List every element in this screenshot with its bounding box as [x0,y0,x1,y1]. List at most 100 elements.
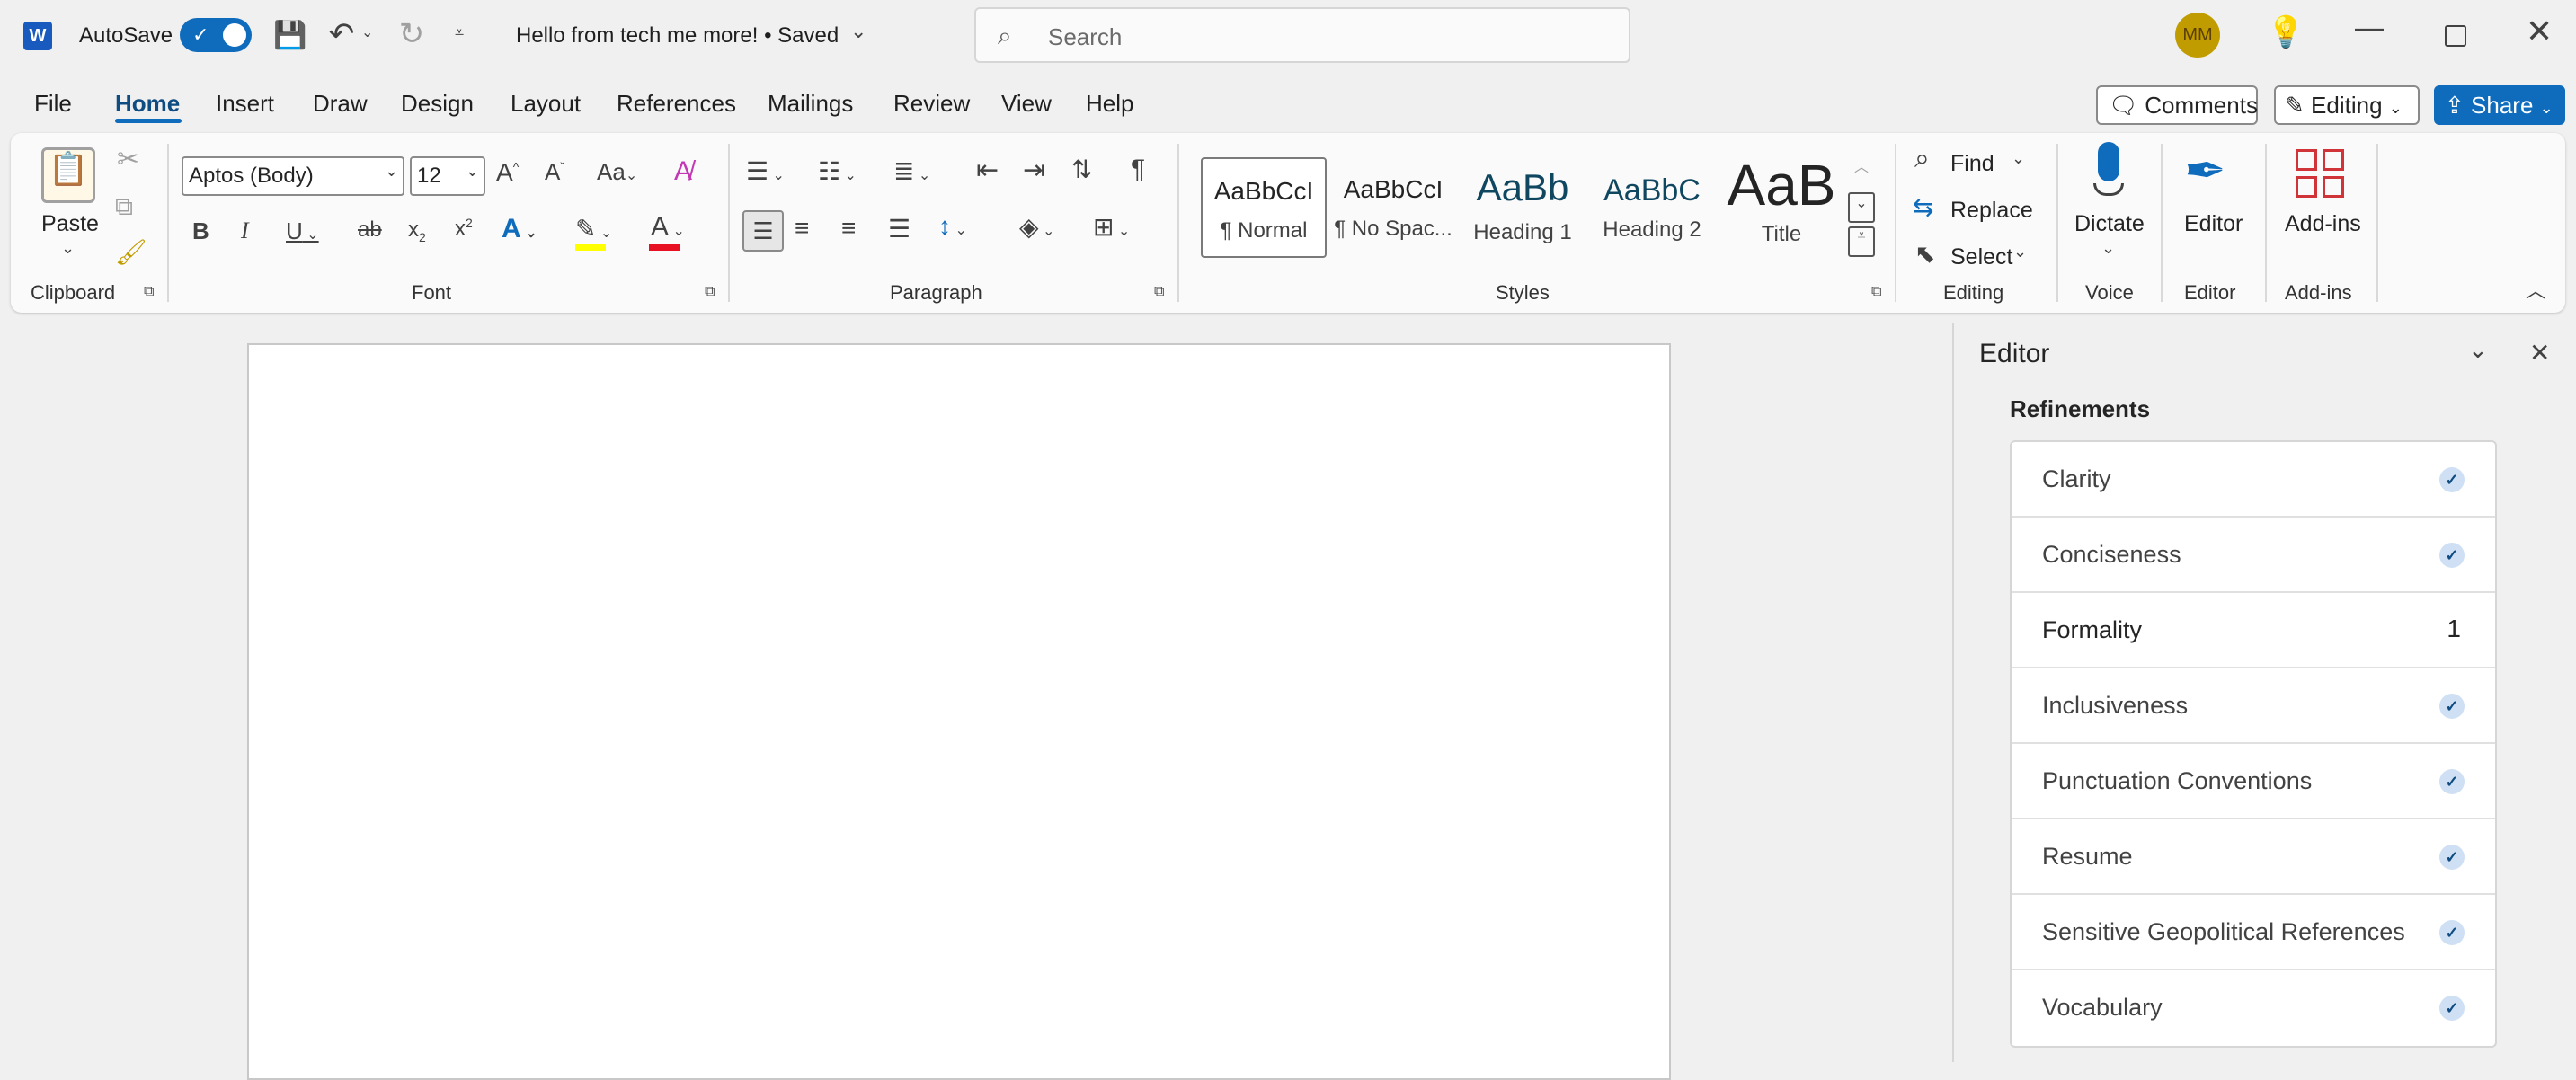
grow-font-icon[interactable]: A^ [496,158,519,187]
tab-home[interactable]: Home [115,90,180,118]
refinement-clarity[interactable]: Clarity ✓ [2012,442,2495,518]
close-icon[interactable]: ✕ [2526,13,2553,50]
select-cursor-icon[interactable]: ⬉ [1914,239,1935,269]
shading-icon[interactable]: ◈ ⌄ [1019,212,1054,242]
chevron-down-icon[interactable]: ⌄ [2012,149,2025,168]
chevron-down-icon[interactable]: ⌄ [2101,239,2115,258]
sort-icon[interactable]: ⇅ [1071,155,1092,184]
change-case-icon[interactable]: Aa⌄ [597,158,637,186]
addins-icon[interactable] [2296,149,2348,201]
styles-more-icon[interactable]: ⩡ [1848,226,1875,257]
comments-button[interactable]: 🗨 Comments [2096,85,2258,125]
align-right-icon[interactable]: ≡ [841,214,856,243]
tab-draw[interactable]: Draw [313,90,368,118]
refinement-conciseness[interactable]: Conciseness ✓ [2012,518,2495,593]
title-dropdown-icon[interactable]: ⌄ [850,20,866,43]
italic-icon[interactable]: I [241,217,249,244]
tab-view[interactable]: View [1001,90,1052,118]
avatar[interactable]: MM [2175,13,2220,58]
document-title[interactable]: Hello from tech me more! • Saved [516,23,839,49]
microphone-icon[interactable] [2083,142,2134,207]
customize-toolbar-icon[interactable]: ⩡ [455,23,464,42]
paste-dropdown-icon[interactable]: ⌄ [61,239,75,258]
decrease-indent-icon[interactable]: ⇤ [976,155,999,186]
addins-button[interactable]: Add-ins [2285,211,2361,237]
strikethrough-icon[interactable]: ab [358,217,382,243]
refinement-sensitive-geopolitical-references[interactable]: Sensitive Geopolitical References ✓ [2012,895,2495,970]
font-launcher-icon[interactable]: ⧉ [705,284,715,300]
borders-icon[interactable]: ⊞ ⌄ [1093,212,1130,242]
line-spacing-icon[interactable]: ↕ ⌄ [938,212,967,241]
bullets-icon[interactable]: ☰ ⌄ [746,156,785,186]
style-no-spacing[interactable]: AaBbCcI ¶ No Spac... [1330,157,1456,258]
refinement-resume[interactable]: Resume ✓ [2012,819,2495,895]
increase-indent-icon[interactable]: ⇥ [1023,155,1045,186]
refinement-inclusiveness[interactable]: Inclusiveness ✓ [2012,668,2495,744]
document-page[interactable] [247,343,1671,1080]
redo-icon[interactable]: ↻ [395,16,428,52]
minimize-icon[interactable]: — [2355,11,2384,44]
refinement-punctuation-conventions[interactable]: Punctuation Conventions ✓ [2012,744,2495,819]
font-color-icon[interactable]: A ⌄ [651,212,685,243]
autosave-toggle[interactable]: ✓ [180,18,252,52]
chevron-down-icon[interactable]: ⌄ [2013,243,2027,261]
justify-icon[interactable]: ☰ [888,214,910,243]
styles-launcher-icon[interactable]: ⧉ [1871,284,1881,300]
superscript-icon[interactable]: x2 [455,216,473,242]
replace-icon[interactable]: ⇆ [1913,192,1933,222]
tab-review[interactable]: Review [893,90,970,118]
tab-help[interactable]: Help [1086,90,1133,118]
cut-icon[interactable]: ✂ [117,144,139,175]
replace-button[interactable]: Replace [1950,198,2033,224]
font-name-select[interactable]: Aptos (Body) [182,156,404,196]
numbering-icon[interactable]: ☷ ⌄ [818,156,857,186]
align-left-button[interactable]: ☰ [742,210,784,252]
paste-button[interactable]: Paste [41,211,99,237]
paragraph-launcher-icon[interactable]: ⧉ [1154,284,1164,300]
tab-design[interactable]: Design [401,90,474,118]
shrink-font-icon[interactable]: Aˇ [545,158,564,186]
collapse-ribbon-icon[interactable]: ︿ [2526,275,2545,304]
styles-scroll-down-icon[interactable]: ⌄ [1848,192,1875,223]
editing-mode-button[interactable]: ✎ Editing ⌄ [2274,85,2420,125]
pane-options-chevron-icon[interactable]: ⌄ [2468,336,2488,364]
bold-icon[interactable]: B [192,217,209,245]
select-button[interactable]: Select [1950,244,2012,270]
tab-mailings[interactable]: Mailings [768,90,853,118]
undo-icon[interactable]: ↶ [325,16,358,52]
text-effects-icon[interactable]: A ⌄ [502,214,537,244]
style-title[interactable]: AaB Title [1719,157,1844,258]
format-painter-icon[interactable]: 🖌 [115,237,147,267]
show-formatting-icon[interactable]: ¶ [1131,155,1145,185]
search-box[interactable]: ⌕ Search [974,7,1630,63]
copy-icon[interactable]: ⧉ [115,192,133,222]
style-heading-1[interactable]: AaBb Heading 1 [1460,157,1586,258]
refinement-formality[interactable]: Formality 1 [2012,593,2495,668]
tab-layout[interactable]: Layout [511,90,581,118]
underline-icon[interactable]: U ⌄ [286,217,319,245]
multilevel-list-icon[interactable]: ≣ ⌄ [893,156,930,186]
align-center-icon[interactable]: ≡ [795,214,809,243]
tab-references[interactable]: References [617,90,736,118]
restore-icon[interactable] [2445,25,2466,47]
clear-formatting-icon[interactable]: A̸ [674,156,692,187]
highlight-icon[interactable]: ✎ ⌄ [575,214,612,243]
subscript-icon[interactable]: x2 [408,217,426,244]
dictate-button[interactable]: Dictate [2074,211,2145,237]
lightbulb-icon[interactable]: 💡 [2267,14,2305,50]
pane-close-icon[interactable]: ✕ [2529,338,2550,367]
tab-file[interactable]: File [34,90,72,118]
paste-icon[interactable]: 📋 [41,147,95,203]
editor-pen-icon[interactable]: ✒ [2184,142,2226,199]
style-normal[interactable]: AaBbCcI ¶ Normal [1201,157,1327,258]
undo-dropdown-icon[interactable]: ⌄ [361,23,373,41]
share-button[interactable]: ⇪ Share ⌄ [2434,85,2565,125]
tab-insert[interactable]: Insert [216,90,274,118]
styles-scroll-up-icon[interactable]: ︿ [1848,155,1875,187]
clipboard-launcher-icon[interactable]: ⧉ [144,284,154,300]
find-icon[interactable]: ⌕ [1914,144,1930,174]
refinement-vocabulary[interactable]: Vocabulary ✓ [2012,970,2495,1046]
find-button[interactable]: Find [1950,151,1994,177]
editor-button[interactable]: Editor [2184,211,2243,237]
style-heading-2[interactable]: AaBbC Heading 2 [1589,157,1715,258]
